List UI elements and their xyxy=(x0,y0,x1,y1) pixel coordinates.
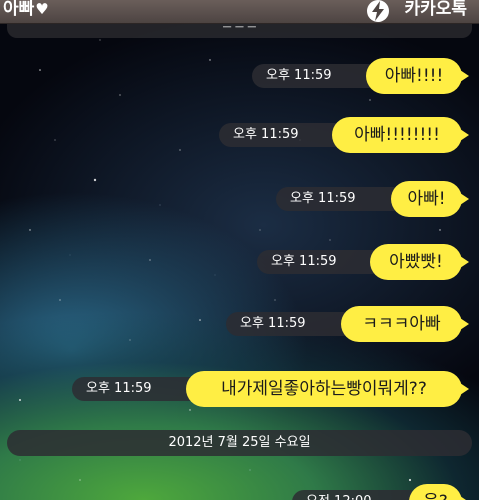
bubble-tail xyxy=(460,496,469,500)
message-bubble[interactable]: 아빠!!!!!!!! xyxy=(332,117,462,153)
message-timestamp: 오후 11:59 xyxy=(257,250,377,274)
brand-label: 카카오톡 xyxy=(404,0,467,19)
bubble-tail xyxy=(460,193,469,205)
date-separator: 2012년 7월 25일 수요일 xyxy=(7,430,472,456)
bubble-tail xyxy=(460,318,469,330)
message-bubble[interactable]: 응? xyxy=(409,484,462,500)
message-bubble[interactable]: 내가제일좋아하는빵이뭐게?? xyxy=(186,371,462,407)
message-timestamp: 오후 11:59 xyxy=(276,187,396,211)
lightning-bolt-icon xyxy=(367,0,389,22)
message-timestamp: 오후 11:59 xyxy=(219,123,339,147)
message-timestamp: 오전 12:00 xyxy=(292,490,412,500)
chat-title[interactable]: 아빠♥ xyxy=(3,0,49,19)
bubble-tail xyxy=(460,70,469,82)
message-bubble[interactable]: 아빠! xyxy=(391,181,462,217)
message-timestamp: 오후 11:59 xyxy=(252,64,372,88)
message-row: 오후 11:59 아빴빳! xyxy=(0,244,479,280)
message-row-partial: 오전 12:00 응? xyxy=(0,482,479,500)
message-row: 오후 11:59 아빠!!!!!!!! xyxy=(0,117,479,153)
top-separator-partial: ㅡ ㅡ ㅡ xyxy=(7,24,472,38)
message-row: 오후 11:59 ㅋㅋㅋ아빠 xyxy=(0,306,479,342)
chat-header: 아빠♥ 카카오톡 xyxy=(0,0,479,24)
bubble-tail xyxy=(460,129,469,141)
bubble-tail xyxy=(460,383,469,395)
message-timestamp: 오후 11:59 xyxy=(72,377,192,401)
message-bubble[interactable]: 아빠!!!! xyxy=(366,58,462,94)
heart-icon: ♥ xyxy=(35,0,49,18)
message-bubble[interactable]: 아빴빳! xyxy=(370,244,462,280)
message-bubble[interactable]: ㅋㅋㅋ아빠 xyxy=(341,306,462,342)
message-row: 오후 11:59 아빠! xyxy=(0,181,479,217)
message-row: 오후 11:59 아빠!!!! xyxy=(0,58,479,94)
bubble-tail xyxy=(460,256,469,268)
chat-title-text: 아빠 xyxy=(3,0,35,19)
message-row: 오후 11:59 내가제일좋아하는빵이뭐게?? xyxy=(0,371,479,407)
message-timestamp: 오후 11:59 xyxy=(226,312,346,336)
